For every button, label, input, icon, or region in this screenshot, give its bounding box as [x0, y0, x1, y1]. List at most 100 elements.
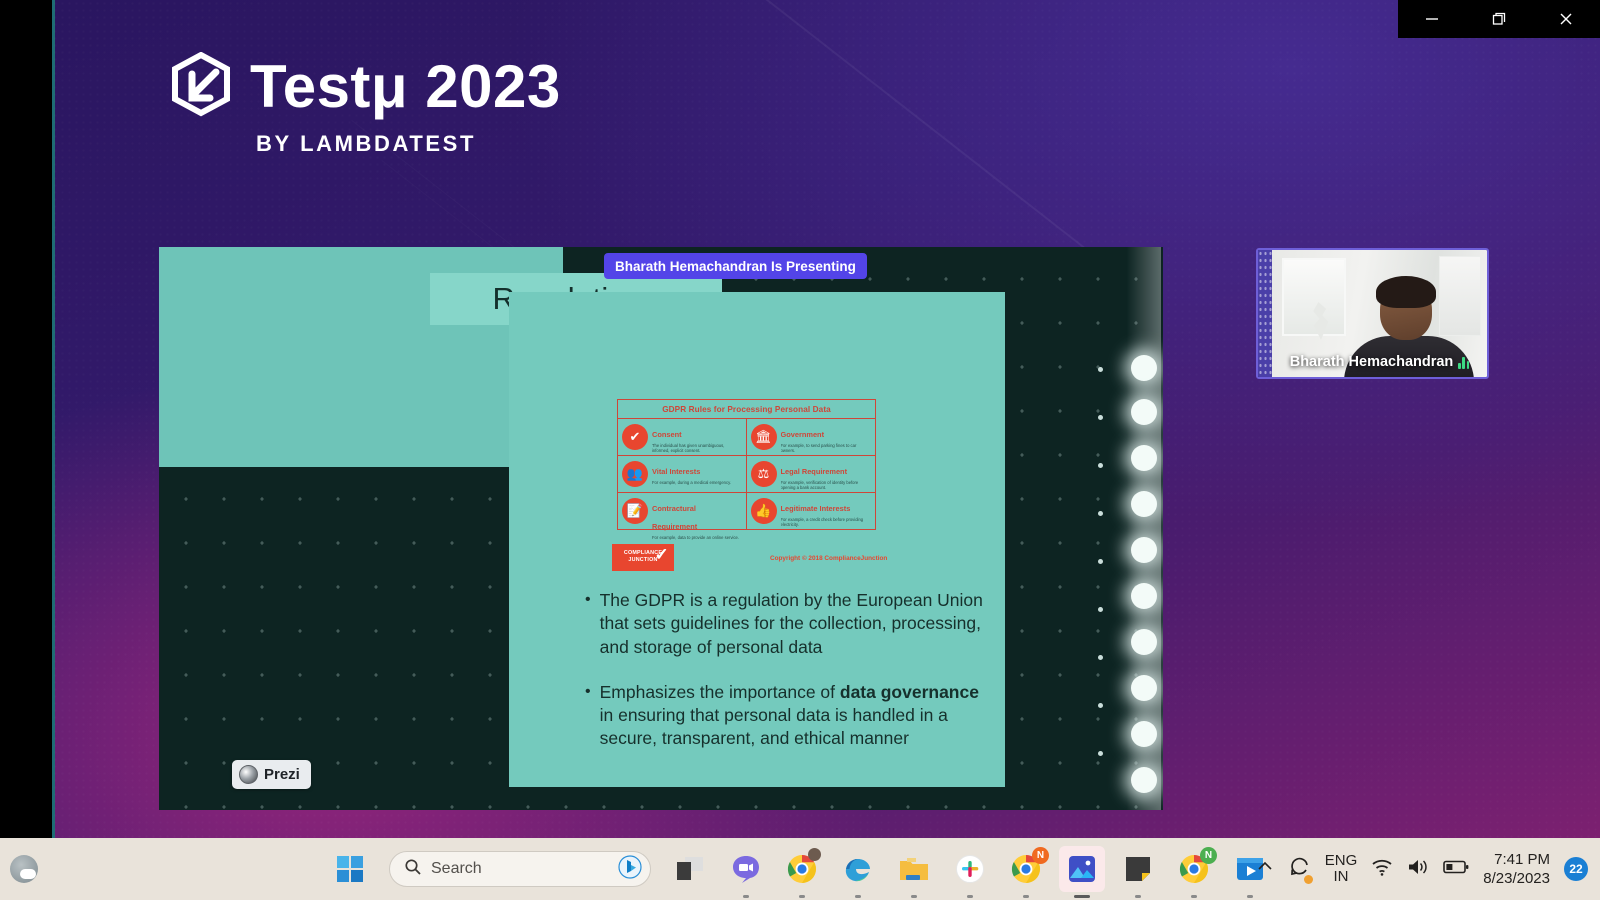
- check-circle-icon: ✔: [622, 424, 648, 450]
- light-spark-icon: [1098, 751, 1103, 756]
- language-indicator[interactable]: ENG IN: [1325, 853, 1358, 885]
- lambdatest-logo-icon: [170, 52, 232, 122]
- clock[interactable]: 7:41 PM 8/23/2023: [1483, 850, 1550, 888]
- restore-icon[interactable]: [1476, 0, 1522, 38]
- task-view-icon[interactable]: [667, 846, 713, 892]
- folder-icon[interactable]: [891, 846, 937, 892]
- start-button[interactable]: [327, 846, 373, 892]
- minimize-icon[interactable]: [1409, 0, 1455, 38]
- slide-bullet-list: • The GDPR is a regulation by the Europe…: [585, 589, 985, 773]
- light-bulb-icon: [1131, 399, 1157, 425]
- light-bulb-icon: [1131, 445, 1157, 471]
- slide-bullet-item: • The GDPR is a regulation by the Europe…: [585, 589, 985, 659]
- background-board: [1439, 256, 1481, 336]
- notification-center-badge[interactable]: 22: [1564, 857, 1588, 881]
- language-line1: ENG: [1325, 853, 1358, 869]
- gdpr-rule-name: Legitimate Interests: [781, 504, 851, 513]
- gdpr-rule-desc: For example, verification of identity be…: [781, 480, 872, 491]
- participant-video-tile[interactable]: Bharath Hemachandran: [1256, 248, 1489, 379]
- slide-bullet-item: • Emphasizes the importance of data gove…: [585, 681, 985, 751]
- light-spark-icon: [1098, 607, 1103, 612]
- chat-video-icon[interactable]: [723, 846, 769, 892]
- light-bulb-icon: [1131, 721, 1157, 747]
- light-bulb-icon: [1131, 767, 1157, 793]
- light-bulb-icon: [1131, 355, 1157, 381]
- light-spark-icon: [1098, 655, 1103, 660]
- gdpr-rule-cell: 👥 Vital Interests For example, during a …: [618, 456, 747, 493]
- light-bulb-icon: [1131, 491, 1157, 517]
- gdpr-rules-graphic: GDPR Rules for Processing Personal Data …: [617, 399, 876, 530]
- gdpr-rule-cell: 📝 Contractural Requirement For example, …: [618, 493, 747, 530]
- audio-level-icon: [1458, 355, 1469, 369]
- chrome-icon[interactable]: N: [1003, 846, 1049, 892]
- light-spark-icon: [1098, 463, 1103, 468]
- gdpr-rule-name: Government: [781, 430, 825, 439]
- gdpr-rule-cell: ⚖ Legal Requirement For example, verific…: [747, 456, 876, 493]
- bullet-text-prefix: Emphasizes the importance of: [600, 682, 840, 702]
- light-bulb-icon: [1131, 583, 1157, 609]
- search-icon: [404, 858, 422, 881]
- slack-icon[interactable]: [947, 846, 993, 892]
- prezi-badge[interactable]: Prezi: [232, 760, 311, 789]
- gdpr-rule-cell: 🏛 Government For example, to send parkin…: [747, 419, 876, 456]
- bullet-text: The GDPR is a regulation by the European…: [600, 590, 983, 657]
- wifi-icon[interactable]: [1371, 857, 1393, 882]
- contract-icon: 📝: [622, 498, 648, 524]
- chrome-icon[interactable]: N: [1171, 846, 1217, 892]
- battery-icon[interactable]: [1443, 859, 1469, 880]
- gdpr-rule-name: Contractural Requirement: [652, 504, 697, 531]
- bullet-text-bold: data governance: [840, 682, 979, 702]
- presenting-badge-text: Bharath Hemachandran Is Presenting: [615, 259, 856, 274]
- gdpr-rule-desc: For example, during a medical emergency.: [652, 480, 731, 485]
- light-bulb-icon: [1131, 629, 1157, 655]
- meeting-window: Testμ 2023 BY LAMBDATEST Regulations GDP…: [52, 0, 1600, 838]
- bing-chat-icon[interactable]: [618, 855, 642, 884]
- photos-icon[interactable]: [1059, 846, 1105, 892]
- light-spark-icon: [1098, 559, 1103, 564]
- clock-time: 7:41 PM: [1483, 850, 1550, 869]
- clock-date: 8/23/2023: [1483, 869, 1550, 888]
- prezi-label: Prezi: [264, 766, 300, 783]
- system-tray: ENG IN: [1255, 850, 1588, 888]
- notification-badge: N: [1032, 847, 1049, 864]
- event-subtitle: BY LAMBDATEST: [256, 131, 561, 157]
- screen: Testμ 2023 BY LAMBDATEST Regulations GDP…: [0, 0, 1600, 900]
- volume-icon[interactable]: [1407, 857, 1429, 882]
- search-placeholder: Search: [431, 860, 609, 878]
- sticky-notes-icon[interactable]: [1115, 846, 1161, 892]
- search-input[interactable]: Search: [389, 851, 651, 887]
- taskbar: Search: [0, 838, 1600, 900]
- gdpr-rule-cell: ✔ Consent The individual has given unamb…: [618, 419, 747, 456]
- gdpr-rule-name: Vital Interests: [652, 467, 700, 476]
- close-icon[interactable]: [1543, 0, 1589, 38]
- event-title: Testμ 2023: [250, 57, 561, 117]
- presenting-badge: Bharath Hemachandran Is Presenting: [604, 253, 867, 279]
- profile-avatar: [808, 848, 821, 861]
- bullet-text-suffix: in ensuring that personal data is handle…: [600, 705, 948, 748]
- bank-icon: 🏛: [751, 424, 777, 450]
- light-bulb-icon: [1131, 675, 1157, 701]
- light-bulb-icon: [1131, 537, 1157, 563]
- window-controls: [1398, 0, 1600, 38]
- light-spark-icon: [1098, 703, 1103, 708]
- bullet-dot-icon: •: [585, 681, 591, 751]
- edge-icon[interactable]: [835, 846, 881, 892]
- gdpr-rules-grid: ✔ Consent The individual has given unamb…: [618, 419, 875, 530]
- background-window: [1282, 258, 1346, 336]
- presentation-slide[interactable]: Regulations GDPR Rules for Processing Pe…: [159, 247, 1163, 810]
- chrome-icon[interactable]: [779, 846, 825, 892]
- slide-light-strip: [1101, 247, 1163, 810]
- gdpr-rule-desc: For example, data to provide an online s…: [652, 535, 742, 540]
- weather-widget[interactable]: [10, 855, 38, 883]
- notification-badge: N: [1200, 847, 1217, 864]
- gdpr-rule-cell: 👍 Legitimate Interests For example, a cr…: [747, 493, 876, 530]
- light-spark-icon: [1098, 367, 1103, 372]
- chevron-up-icon[interactable]: [1255, 857, 1275, 882]
- taskbar-center: Search: [327, 846, 1273, 892]
- gdpr-rule-desc: For example, a credit check before provi…: [781, 517, 872, 528]
- event-branding: Testμ 2023 BY LAMBDATEST: [170, 52, 561, 157]
- compliance-junction-logo: COMPLIANCE JUNCTION ✓: [612, 544, 674, 571]
- people-icon: 👥: [622, 461, 648, 487]
- sync-icon[interactable]: [1289, 856, 1311, 883]
- checkmark-icon: ✓: [655, 546, 669, 563]
